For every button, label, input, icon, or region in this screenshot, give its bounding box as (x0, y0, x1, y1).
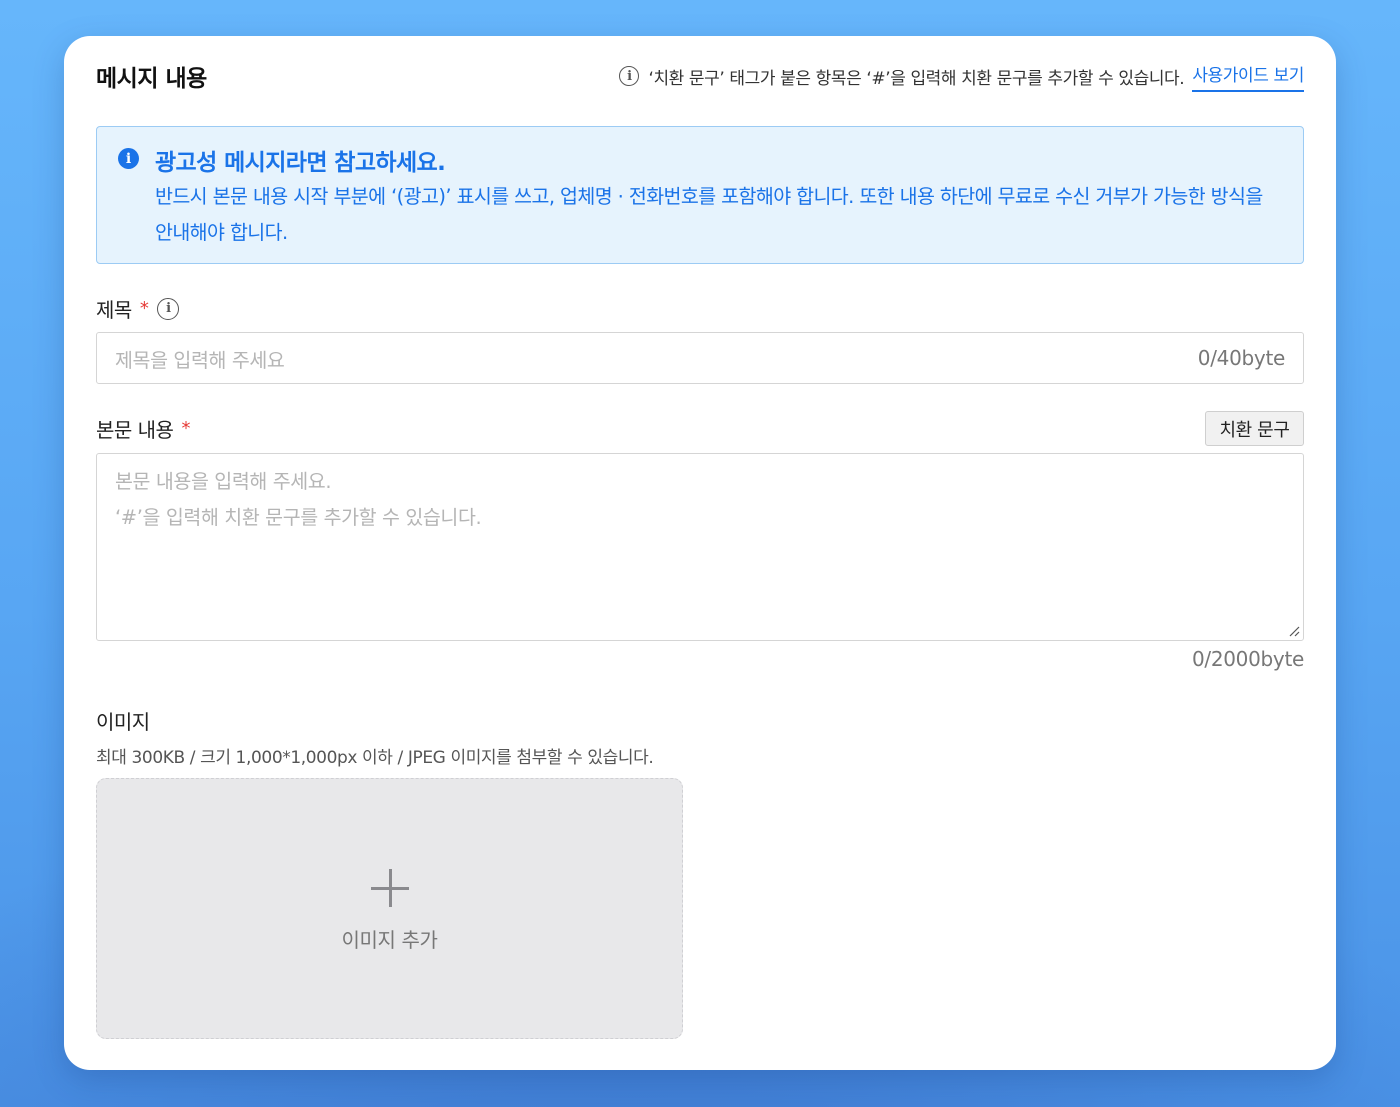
message-content-card: 메시지 내용 i ‘치환 문구’ 태그가 붙은 항목은 ‘#’을 입력해 치환 … (64, 36, 1336, 1070)
plus-icon (371, 869, 409, 907)
notice-title: 광고성 메시지라면 참고하세요. (155, 150, 446, 176)
info-icon[interactable]: i (157, 297, 180, 320)
body-placeholder-line1: 본문 내용을 입력해 주세요. (115, 470, 332, 493)
image-upload-box[interactable]: 이미지 추가 (96, 778, 683, 1039)
user-guide-link[interactable]: 사용가이드 보기 (1192, 61, 1304, 92)
substitution-phrase-button[interactable]: 치환 문구 (1205, 411, 1304, 446)
header-hint: i ‘치환 문구’ 태그가 붙은 항목은 ‘#’을 입력해 치환 문구를 추가할… (619, 61, 1304, 92)
info-filled-icon: i (118, 148, 139, 169)
body-byte-counter: 0/2000byte (1191, 647, 1304, 671)
info-icon: i (619, 66, 640, 86)
image-field-label: 이미지 (96, 706, 150, 735)
image-description: 최대 300KB / 크기 1,000*1,000px 이하 / JPEG 이미… (96, 748, 654, 768)
required-mark: * (139, 298, 149, 319)
body-field-label: 본문 내용 * (96, 414, 190, 443)
title-input[interactable]: 제목을 입력해 주세요 0/40byte (96, 332, 1304, 384)
section-title: 메시지 내용 (96, 66, 207, 92)
title-field-label: 제목 * i (96, 294, 180, 323)
required-mark: * (181, 418, 190, 439)
body-label-text: 본문 내용 (96, 418, 174, 442)
title-byte-counter: 0/40byte (1197, 346, 1286, 370)
image-label-text: 이미지 (96, 710, 150, 734)
resize-handle-icon[interactable] (1288, 625, 1300, 637)
body-textarea[interactable]: 본문 내용을 입력해 주세요. ‘#’을 입력해 치환 문구를 추가할 수 있습… (96, 453, 1304, 641)
title-label-text: 제목 (96, 298, 132, 322)
add-image-label: 이미지 추가 (341, 928, 438, 952)
header-hint-text: ‘치환 문구’ 태그가 붙은 항목은 ‘#’을 입력해 치환 문구를 추가할 수… (648, 68, 1185, 89)
notice-body: 반드시 본문 내용 시작 부분에 ‘(광고)’ 표시를 쓰고, 업체명 · 전화… (155, 185, 1263, 244)
ad-notice-banner: i 광고성 메시지라면 참고하세요. 반드시 본문 내용 시작 부분에 ‘(광고… (96, 126, 1304, 264)
title-input-placeholder: 제목을 입력해 주세요 (115, 348, 285, 372)
card-header: 메시지 내용 i ‘치환 문구’ 태그가 붙은 항목은 ‘#’을 입력해 치환 … (96, 56, 1304, 96)
body-placeholder-line2: ‘#’을 입력해 치환 문구를 추가할 수 있습니다. (115, 506, 482, 529)
